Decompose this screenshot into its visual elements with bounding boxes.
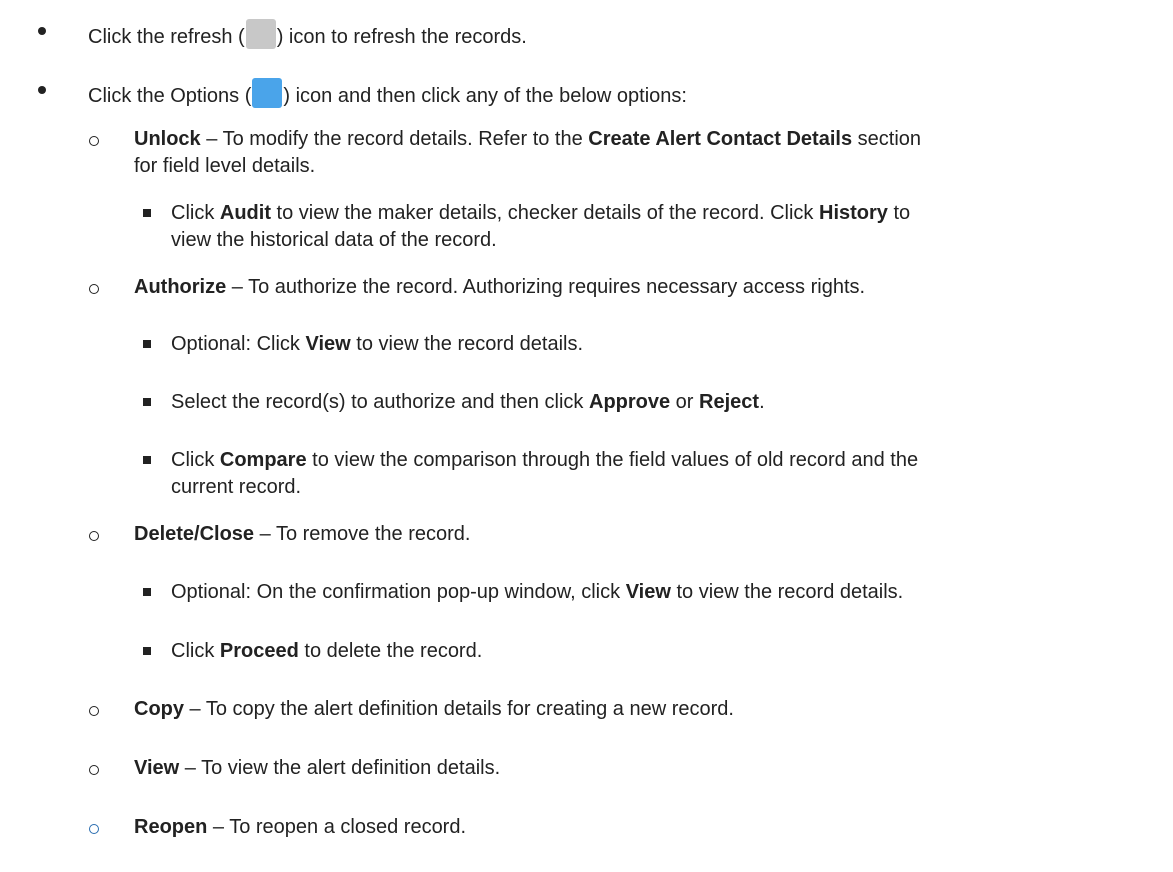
text: Optional: Click: [171, 333, 306, 355]
text: Audit: [219, 202, 271, 224]
authorize-select-step: Select the record(s) to authorize and th…: [171, 390, 765, 414]
sub-sub-bullet-square: [143, 340, 151, 348]
text: Approve: [589, 391, 671, 413]
authorize-view-step: Optional: Click View to view the record …: [171, 332, 583, 356]
option-title: View: [134, 757, 180, 779]
authorize-compare-step: Click Compare to view the comparison thr…: [171, 448, 918, 472]
text: – To view the alert definition details.: [179, 757, 501, 779]
text: – To authorize the record. Authorizing r…: [226, 276, 866, 298]
refresh-instruction: Click the refresh ( ) icon to refresh the…: [88, 19, 527, 49]
copy-option: Copy – To copy the alert definition deta…: [134, 697, 734, 721]
text: Click: [171, 449, 220, 471]
delete-proceed-step: Click Proceed to delete the record.: [171, 639, 482, 663]
bullet-dot: [38, 86, 46, 94]
text: ) icon to refresh the records.: [276, 26, 527, 48]
reopen-option: Reopen – To reopen a closed record.: [134, 815, 466, 839]
text: Click: [171, 640, 220, 662]
view-option: View – To view the alert definition deta…: [134, 756, 500, 780]
text: view the historical data of the record.: [171, 229, 497, 251]
sub-bullet-circle: [89, 284, 99, 294]
sub-bullet-circle: [89, 824, 99, 834]
delete-option: Delete/Close – To remove the record.: [134, 522, 470, 546]
text: – To remove the record.: [254, 523, 471, 545]
text: section: [852, 128, 922, 150]
text: to: [887, 202, 911, 224]
audit-step: Click Audit to view the maker details, c…: [171, 201, 910, 225]
text: for field level details.: [134, 155, 316, 177]
authorize-compare-step-cont: current record.: [171, 475, 301, 499]
sub-bullet-circle: [89, 531, 99, 541]
unlock-option-cont: for field level details.: [134, 154, 315, 178]
option-title: Copy: [134, 698, 184, 720]
text: View: [625, 581, 671, 603]
option-title: Authorize: [134, 276, 227, 298]
text: – To modify the record details. Refer to…: [200, 128, 589, 150]
text: to view the record details.: [670, 581, 904, 603]
text: Click: [171, 202, 220, 224]
text: History: [819, 202, 888, 224]
text: View: [305, 333, 351, 355]
sub-sub-bullet-square: [143, 647, 151, 655]
text: – To reopen a closed record.: [207, 816, 467, 838]
text: to delete the record.: [298, 640, 483, 662]
text: Click the refresh (: [88, 26, 245, 48]
text: Optional: On the confirmation pop-up win…: [171, 581, 626, 603]
sub-sub-bullet-square: [143, 209, 151, 217]
text: to view the comparison through the field…: [306, 449, 919, 471]
option-title: Delete/Close: [134, 523, 255, 545]
option-title: Reopen: [134, 816, 208, 838]
audit-step-cont: view the historical data of the record.: [171, 228, 497, 252]
sub-bullet-circle: [89, 136, 99, 146]
authorize-option: Authorize – To authorize the record. Aut…: [134, 275, 865, 299]
bullet-dot: [38, 27, 46, 35]
text: to view the record details.: [350, 333, 584, 355]
text: Create Alert Contact Details: [588, 128, 853, 150]
text: to view the maker details, checker detai…: [270, 202, 819, 224]
text: Click the Options (: [88, 85, 252, 107]
text: Compare: [219, 449, 307, 471]
text: .: [759, 391, 765, 413]
text: Proceed: [219, 640, 299, 662]
sub-bullet-circle: [89, 706, 99, 716]
sub-sub-bullet-square: [143, 456, 151, 464]
delete-view-step: Optional: On the confirmation pop-up win…: [171, 580, 903, 604]
text: current record.: [171, 476, 302, 498]
option-title: Unlock: [134, 128, 201, 150]
text: Reject: [699, 391, 760, 413]
options-icon: [252, 78, 283, 108]
text: Select the record(s) to authorize and th…: [171, 391, 589, 413]
sub-sub-bullet-square: [143, 588, 151, 596]
unlock-option: Unlock – To modify the record details. R…: [134, 127, 921, 151]
text: – To copy the alert definition details f…: [184, 698, 734, 720]
sub-sub-bullet-square: [143, 398, 151, 406]
text: or: [670, 391, 700, 413]
refresh-icon: [245, 19, 276, 49]
sub-bullet-circle: [89, 765, 99, 775]
text: ) icon and then click any of the below o…: [283, 85, 687, 107]
options-instruction: Click the Options ( ) icon and then click…: [88, 78, 687, 108]
